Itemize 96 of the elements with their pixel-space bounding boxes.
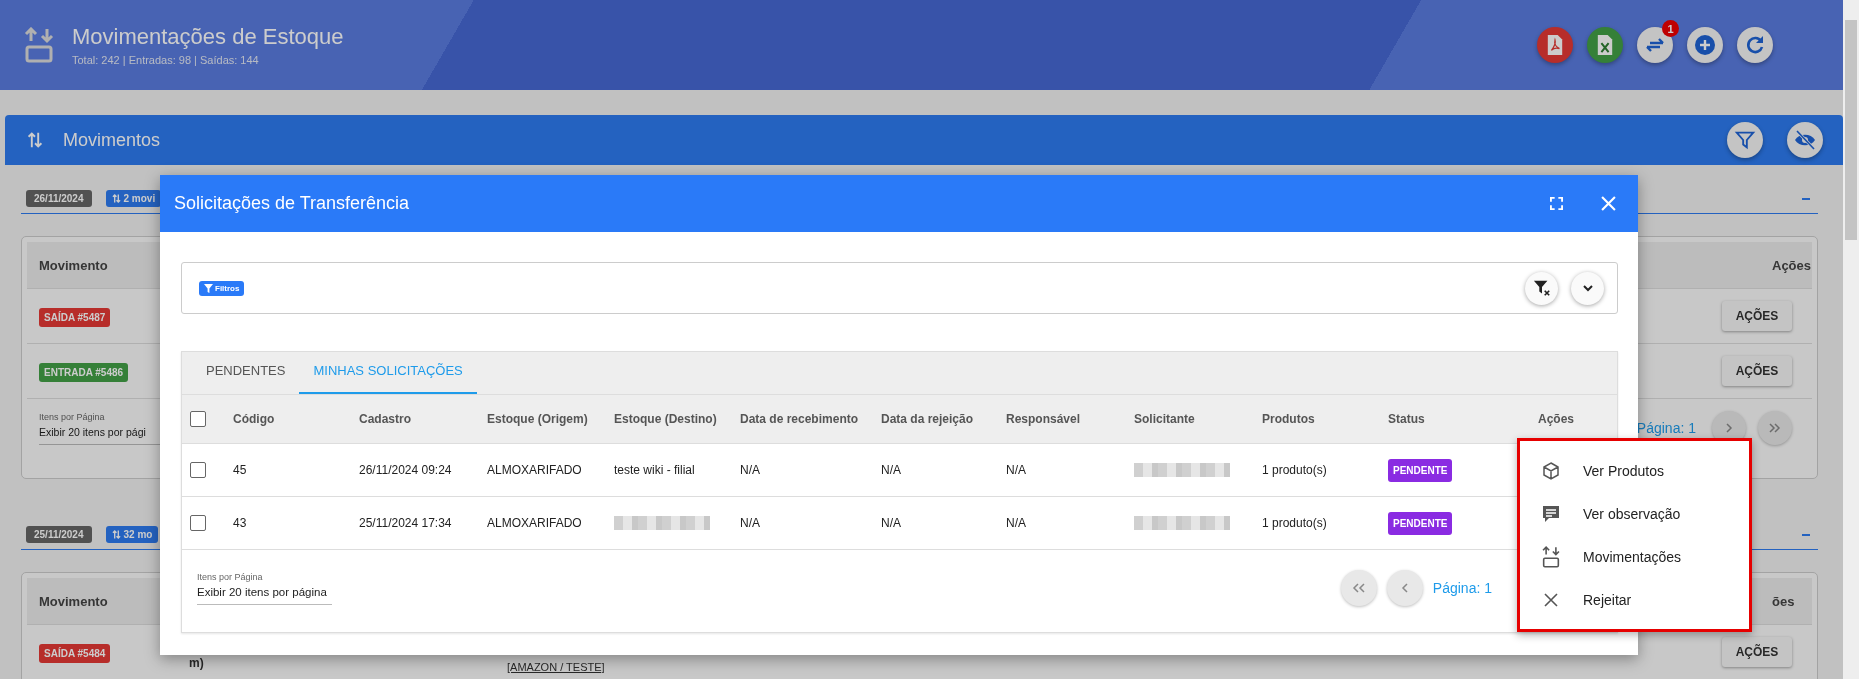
actions-button[interactable]: AÇÕES [1721, 356, 1793, 386]
double-chevron-right-icon [1768, 422, 1782, 434]
menu-item[interactable]: Ver Produtos [1520, 449, 1749, 492]
hide-button[interactable] [1787, 122, 1823, 158]
status-tag: PENDENTE [1388, 459, 1453, 482]
sort-arrows-icon [111, 193, 121, 204]
date-tag: 26/11/2024 [26, 190, 92, 207]
collapse-icon[interactable] [1802, 197, 1810, 200]
table-cell-text: 1 produto(s) [1261, 516, 1328, 530]
box-icon [1541, 460, 1561, 481]
filter-icon [204, 283, 213, 293]
sort-arrows-icon [111, 529, 121, 540]
movement-tag: SAÍDA #5487 [39, 308, 111, 327]
count-text: 2 movi [123, 193, 156, 204]
table-cell-text: N/A [739, 516, 761, 530]
table-cell-text: N/A [1005, 463, 1027, 477]
stock-moves-icon [24, 27, 54, 63]
page-indicator: Página: 1 [1432, 580, 1492, 596]
status-tag: PENDENTE [1388, 512, 1453, 535]
count-text: 32 mo [123, 529, 153, 540]
pdf-button[interactable] [1537, 27, 1573, 63]
page-summary: Total: 242 | Entradas: 98 | Saídas: 144 [72, 54, 260, 66]
column-header: Responsável [1005, 412, 1082, 426]
add-button[interactable] [1687, 27, 1723, 63]
filter-icon [1734, 129, 1756, 151]
column-header: Ações [1771, 257, 1812, 273]
section-title: Movimentos [63, 129, 161, 151]
chevron-right-icon [1723, 422, 1735, 434]
table-cell: teste wiki - filial [614, 463, 695, 477]
menu-item[interactable]: Ver observação [1520, 492, 1749, 535]
comment-icon [1541, 503, 1561, 524]
excel-button[interactable] [1587, 27, 1623, 63]
double-chevron-left-icon [1351, 582, 1366, 594]
row-checkbox[interactable] [190, 515, 206, 531]
table-cell-text: N/A [1005, 516, 1027, 530]
column-header: Solicitante [1133, 412, 1196, 426]
table-cell-text: ALMOXARIFADO [486, 463, 583, 477]
movement-tag: SAÍDA #5484 [39, 644, 111, 663]
actions-button[interactable]: AÇÕES [1721, 637, 1793, 667]
filter-button[interactable] [1727, 122, 1763, 158]
column-header: Data de recebimento [739, 412, 860, 426]
per-page-select[interactable]: Exibir 20 itens por página [197, 585, 332, 605]
stock-moves-icon [1541, 545, 1561, 568]
column-header: Estoque (Destino) [613, 412, 718, 426]
column-header: Produtos [1261, 412, 1316, 426]
tab[interactable]: PENDENTES [192, 358, 300, 394]
table-cell-text: 45 [232, 463, 248, 477]
date-tag: 25/11/2024 [26, 526, 92, 543]
table-cell-text: N/A [739, 463, 761, 477]
column-header: ões [1771, 593, 1796, 609]
add-icon [1693, 33, 1717, 57]
movement-tag: ENTRADA #5486 [39, 363, 129, 382]
close-icon[interactable] [1601, 196, 1616, 211]
column-header: Ações [1537, 412, 1576, 426]
field-label: Itens por Página [39, 411, 106, 422]
column-header: Movimento [38, 257, 109, 273]
fullscreen-icon[interactable] [1550, 197, 1563, 210]
table-cell-text: ALMOXARIFADO [486, 516, 583, 530]
table-cell: m) [189, 656, 204, 670]
collapse-icon[interactable] [1802, 533, 1810, 536]
sort-arrows-icon [27, 130, 43, 150]
table-cell-text: N/A [880, 463, 902, 477]
column-header: Cadastro [358, 412, 412, 426]
notification-badge: 1 [1662, 20, 1679, 37]
table-cell-text: 1 produto(s) [1261, 463, 1328, 477]
expand-button[interactable] [1571, 271, 1604, 305]
close-icon [1541, 592, 1561, 607]
table-cell-text: 43 [232, 516, 248, 530]
table-cell-text: 26/11/2024 09:24 [358, 463, 453, 477]
table-cell-text: 25/11/2024 17:34 [358, 516, 453, 530]
spreadsheet-file-icon [1596, 34, 1614, 56]
actions-button[interactable]: AÇÕES [1721, 301, 1793, 331]
menu-item[interactable]: Rejeitar [1520, 578, 1749, 621]
table-cell-text: N/A [880, 516, 902, 530]
column-header: Código [232, 412, 276, 426]
column-header: Status [1387, 412, 1426, 426]
pdf-file-icon [1546, 34, 1564, 56]
clear-filter-button[interactable] [1525, 271, 1558, 305]
chevron-down-icon [1581, 282, 1594, 294]
filter-clear-icon [1532, 279, 1551, 297]
page-title: Movimentações de Estoque [72, 24, 344, 50]
row-checkbox[interactable] [190, 462, 206, 478]
eye-off-icon [1793, 128, 1817, 152]
dialog-title: Solicitações de Transferência [174, 193, 410, 214]
menu-item[interactable]: Movimentações [1520, 535, 1749, 578]
transfer-button[interactable] [1637, 27, 1673, 63]
filters-chip[interactable]: Filtros [199, 280, 245, 296]
column-header: Data da rejeição [880, 412, 975, 426]
column-header: Movimento [38, 593, 109, 609]
field-label: Itens por Página [197, 571, 264, 582]
column-header: Estoque (Origem) [486, 412, 589, 426]
refresh-button[interactable] [1737, 27, 1773, 63]
select-all-checkbox[interactable] [190, 411, 206, 427]
store-link[interactable]: [AMAZON / TESTE] [507, 661, 605, 673]
scrollbar[interactable] [1843, 0, 1859, 679]
page-indicator: Página: 1 [1636, 420, 1696, 436]
